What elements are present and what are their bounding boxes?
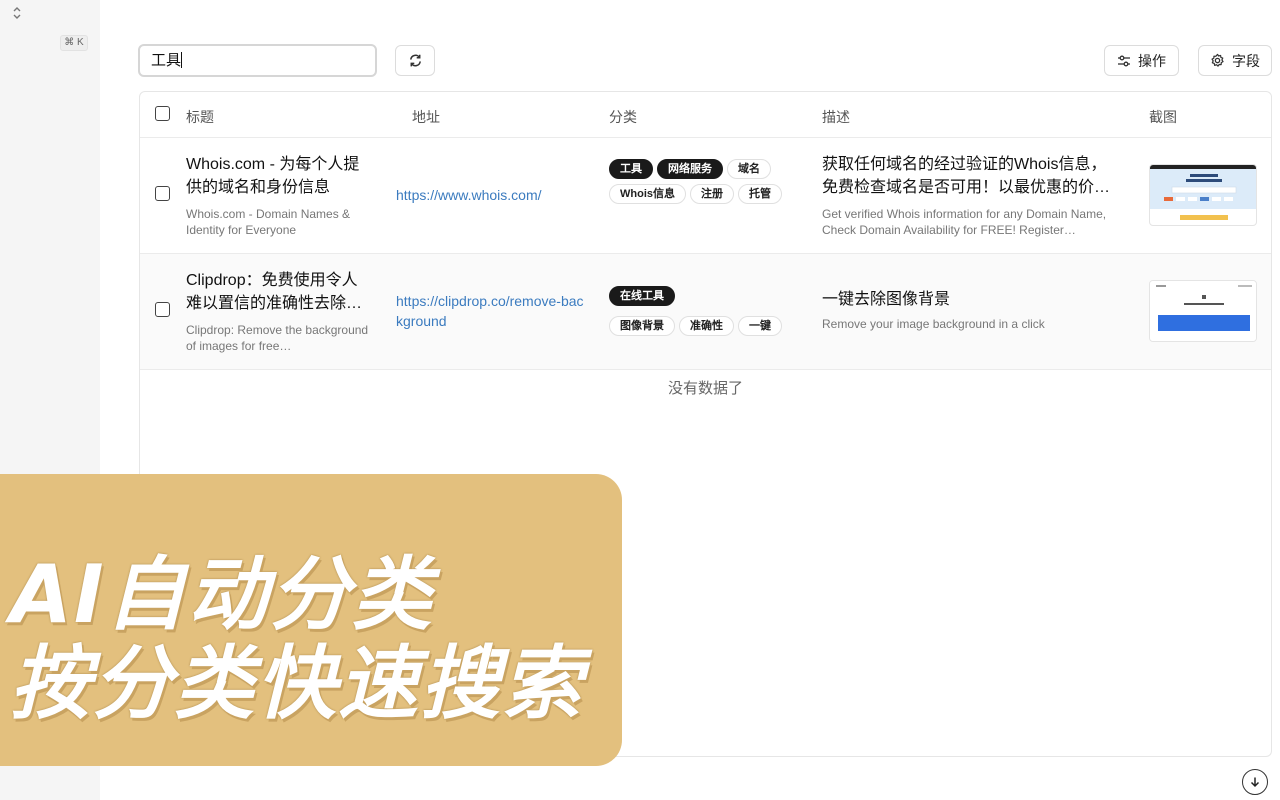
row-description-sub: Get verified Whois information for any D…	[822, 207, 1107, 237]
row-description-sub: Remove your image background in a click	[822, 317, 1045, 331]
empty-message: 没有数据了	[667, 380, 743, 397]
row-tags: 在线工具 图像背景 准确性 一键	[609, 286, 799, 336]
row-title[interactable]: Clipdrop：免费使用令人难以置信的准确性去除图…	[186, 269, 368, 315]
gear-icon	[1211, 53, 1224, 67]
tag[interactable]: 一键	[738, 316, 782, 336]
search-input[interactable]: 工具	[138, 44, 377, 77]
sliders-icon	[1118, 55, 1130, 66]
tag[interactable]: 托管	[738, 184, 782, 204]
operations-label: 操作	[1138, 52, 1166, 69]
tag[interactable]: 图像背景	[609, 316, 675, 336]
operations-button[interactable]: 操作	[1104, 45, 1179, 76]
scroll-down-button[interactable]	[1242, 769, 1268, 795]
row-subtitle: Whois.com - Domain Names & Identity for …	[186, 207, 351, 237]
text-caret	[181, 52, 183, 68]
screenshot-thumbnail[interactable]	[1149, 280, 1257, 342]
table-row[interactable]: Clipdrop：免费使用令人难以置信的准确性去除图… Clipdrop: Re…	[140, 254, 1271, 370]
column-header-title[interactable]: 标题	[186, 107, 214, 127]
column-header-screenshot[interactable]: 截图	[1149, 107, 1177, 127]
select-all-checkbox[interactable]	[155, 106, 170, 121]
row-url-link[interactable]: https://clipdrop.co/remove-background	[396, 291, 586, 331]
row-checkbox[interactable]	[155, 302, 170, 317]
refresh-icon	[409, 54, 421, 67]
tag[interactable]: 域名	[727, 159, 771, 179]
tag[interactable]: 工具	[609, 159, 653, 179]
column-header-description[interactable]: 描述	[822, 107, 850, 127]
search-value: 工具	[151, 52, 182, 69]
chevron-updown-icon[interactable]	[13, 7, 21, 22]
table-row[interactable]: Whois.com - 为每个人提供的域名和身份信息 Whois.com - D…	[140, 138, 1271, 254]
arrow-down-circle-icon	[1250, 777, 1260, 788]
row-checkbox[interactable]	[155, 186, 170, 201]
row-tags: 工具 网络服务 域名 Whois信息 注册 托管	[609, 159, 799, 204]
column-header-url[interactable]: 地址	[412, 107, 440, 127]
tag[interactable]: Whois信息	[609, 184, 686, 204]
shortcut-badge: ⌘ K	[60, 35, 88, 51]
screenshot-thumbnail[interactable]	[1149, 164, 1257, 226]
tag[interactable]: 网络服务	[657, 159, 723, 179]
column-header-category[interactable]: 分类	[609, 107, 637, 127]
tag[interactable]: 准确性	[679, 316, 734, 336]
tag[interactable]: 注册	[690, 184, 734, 204]
row-subtitle: Clipdrop: Remove the background of image…	[186, 323, 369, 353]
promo-banner: AI自动分类 按分类快速搜索	[0, 474, 622, 766]
tag[interactable]: 在线工具	[609, 286, 675, 306]
fields-label: 字段	[1232, 52, 1260, 69]
row-url-link[interactable]: https://www.whois.com/	[396, 185, 586, 205]
fields-button[interactable]: 字段	[1198, 45, 1272, 76]
refresh-button[interactable]	[395, 45, 435, 76]
table-header: 标题 地址 分类 描述 截图	[140, 92, 1271, 138]
row-description: 获取任何域名的经过验证的Whois信息，免费检查域名是否可用！以最优惠的价格注…	[822, 156, 1111, 196]
row-title[interactable]: Whois.com - 为每个人提供的域名和身份信息	[186, 153, 368, 199]
row-description: 一键去除图像背景	[822, 291, 951, 308]
banner-subheadline: 按分类快速搜索	[10, 637, 584, 730]
